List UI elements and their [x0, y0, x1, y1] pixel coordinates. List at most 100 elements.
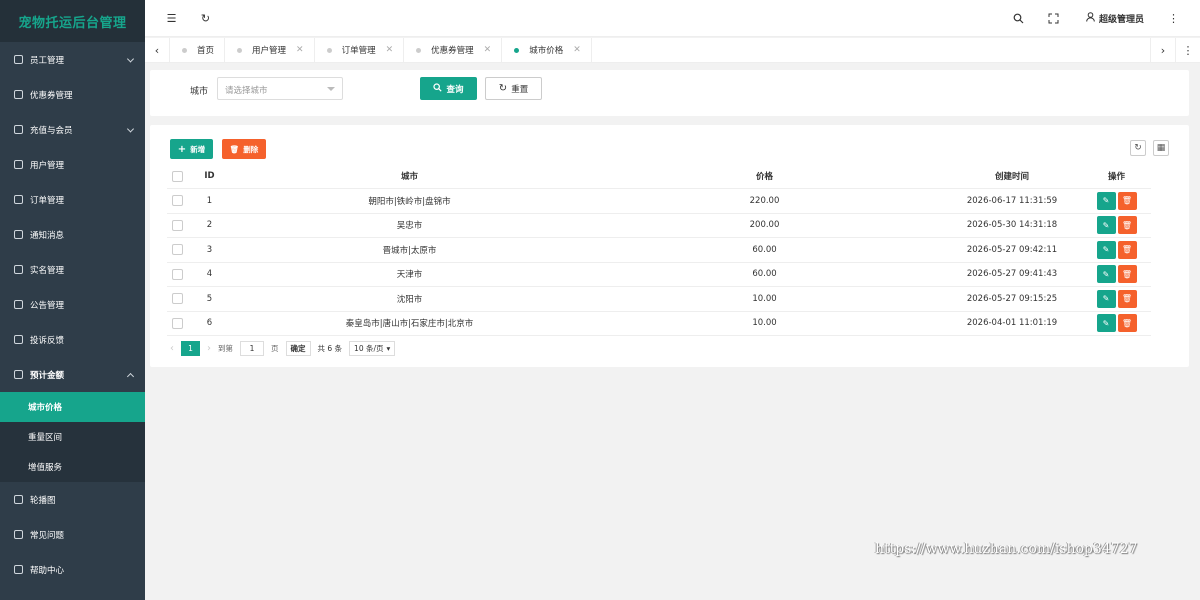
- sidebar-item-3[interactable]: 用户管理: [0, 147, 145, 182]
- sidebar-item-label: 用户管理: [30, 160, 65, 171]
- next-page-icon[interactable]: ›: [207, 343, 211, 354]
- reset-button[interactable]: ↻ 重置: [485, 77, 542, 100]
- sidebar-item-label: 常见问题: [30, 530, 65, 541]
- add-label: 新增: [190, 144, 206, 154]
- sidebar-item-11[interactable]: 常见问题: [0, 517, 145, 552]
- tab-1[interactable]: 用户管理 ✕: [225, 37, 315, 63]
- sidebar-item-5[interactable]: 通知消息: [0, 217, 145, 252]
- tab-2[interactable]: 订单管理 ✕: [315, 37, 405, 63]
- sidebar-item-label: 帮助中心: [30, 565, 65, 576]
- id-card-icon: [14, 265, 23, 274]
- edit-icon[interactable]: ✎: [1096, 265, 1116, 284]
- goto-confirm-button[interactable]: 确定: [285, 341, 311, 356]
- tab-4[interactable]: 城市价格 ✕: [502, 37, 592, 63]
- users-icon: [14, 160, 23, 169]
- tab-more-icon[interactable]: ⋮: [1175, 38, 1200, 63]
- sidebar-item-8[interactable]: 投诉反馈: [0, 322, 145, 357]
- row-checkbox[interactable]: [171, 317, 183, 329]
- edit-icon[interactable]: ✎: [1096, 289, 1116, 308]
- fullscreen-icon[interactable]: [1048, 13, 1059, 24]
- edit-icon[interactable]: ✎: [1096, 216, 1116, 235]
- sidebar: 宠物托运后台管理 员工管理优惠券管理充值与会员用户管理订单管理通知消息实名管理公…: [0, 0, 145, 600]
- sidebar-item-label: 充值与会员: [30, 125, 73, 136]
- column-settings-icon[interactable]: ▦: [1153, 140, 1169, 156]
- row-checkbox[interactable]: [171, 244, 183, 256]
- sidebar-item-label: 员工管理: [30, 55, 65, 66]
- goto-page-input[interactable]: 1: [240, 341, 264, 356]
- row-checkbox[interactable]: [171, 219, 183, 231]
- tab-scroll-left-icon[interactable]: ‹: [145, 37, 170, 63]
- table-row: 6 秦皇岛市|唐山市|石家庄市|北京市 10.00 2026-04-01 11:01:…: [167, 311, 1151, 336]
- sidebar-subitem-0[interactable]: 城市价格: [0, 392, 145, 422]
- sidebar-item-label: 优惠券管理: [30, 90, 73, 101]
- cell-actions: ✎ 🗑: [1082, 237, 1151, 263]
- admin-name: 超级管理员: [1098, 15, 1144, 25]
- sidebar-item-12[interactable]: 帮助中心: [0, 552, 145, 587]
- edit-icon[interactable]: ✎: [1096, 314, 1116, 333]
- sidebar-nav: 员工管理优惠券管理充值与会员用户管理订单管理通知消息实名管理公告管理 投诉反馈 预计…: [0, 42, 145, 587]
- sidebar-item-7[interactable]: 公告管理: [0, 287, 145, 322]
- sidebar-item-label: 通知消息: [30, 230, 65, 241]
- app-logo-title: 宠物托运后台管理: [0, 0, 145, 42]
- delete-row-icon[interactable]: 🗑: [1117, 265, 1137, 284]
- delete-row-icon[interactable]: 🗑: [1117, 314, 1137, 333]
- sidebar-item-10[interactable]: 轮播图: [0, 482, 145, 517]
- cell-city: 朝阳市|铁岭市|盘锦市: [232, 188, 587, 214]
- cell-price: 10.00: [587, 311, 942, 336]
- tab-status-dot: [416, 47, 422, 53]
- cell-id: 4: [187, 262, 232, 287]
- edit-icon[interactable]: ✎: [1096, 191, 1116, 210]
- city-label: 城市: [190, 87, 209, 97]
- col-id: ID: [187, 164, 232, 189]
- tab-0[interactable]: 首页: [170, 37, 226, 63]
- tab-label: 首页: [197, 46, 215, 56]
- prev-page-icon[interactable]: ‹: [170, 343, 174, 354]
- delete-button[interactable]: 🗑 删除: [222, 139, 266, 159]
- sidebar-item-4[interactable]: 订单管理: [0, 182, 145, 217]
- select-all-checkbox[interactable]: [171, 170, 183, 182]
- close-icon[interactable]: ✕: [296, 45, 304, 55]
- delete-row-icon[interactable]: 🗑: [1117, 216, 1137, 235]
- tab-label: 优惠券管理: [431, 46, 474, 56]
- menu-toggle-icon[interactable]: ☰: [166, 13, 177, 24]
- delete-row-icon[interactable]: 🗑: [1117, 289, 1137, 308]
- sidebar-item-6[interactable]: 实名管理: [0, 252, 145, 287]
- edit-icon[interactable]: ✎: [1096, 240, 1116, 259]
- admin-menu[interactable]: 超级管理员: [1086, 12, 1144, 25]
- row-checkbox-cell: [167, 188, 187, 214]
- close-icon[interactable]: ✕: [484, 45, 492, 55]
- sidebar-item-9[interactable]: 预计金额: [0, 357, 145, 392]
- close-icon[interactable]: ✕: [386, 45, 394, 55]
- city-select-placeholder: 请选择城市: [225, 86, 268, 96]
- close-icon[interactable]: ✕: [573, 45, 581, 55]
- refresh-icon[interactable]: ↻: [200, 13, 211, 24]
- row-checkbox-cell: [167, 262, 187, 287]
- query-button[interactable]: 查询: [420, 77, 477, 100]
- row-checkbox[interactable]: [171, 268, 183, 280]
- sidebar-item-1[interactable]: 优惠券管理: [0, 77, 145, 112]
- city-select[interactable]: 请选择城市: [217, 77, 343, 100]
- delete-row-icon[interactable]: 🗑: [1117, 240, 1137, 259]
- per-page-select[interactable]: 10 条/页 ▾: [349, 341, 396, 356]
- delete-row-icon[interactable]: 🗑: [1117, 191, 1137, 210]
- sidebar-subitem-2[interactable]: 增值服务: [0, 452, 145, 482]
- table-refresh-icon[interactable]: ↻: [1130, 140, 1146, 156]
- row-checkbox[interactable]: [171, 195, 183, 207]
- sidebar-subitem-1[interactable]: 重量区间: [0, 422, 145, 452]
- row-checkbox[interactable]: [171, 293, 183, 305]
- table-row: 4 天津市 60.00 2026-05-27 09:41:43 ✎ 🗑: [167, 262, 1151, 287]
- per-page-value: 10 条/页: [354, 344, 384, 353]
- sidebar-item-label: 实名管理: [30, 265, 65, 276]
- sidebar-item-0[interactable]: 员工管理: [0, 42, 145, 77]
- col-city: 城市: [232, 164, 587, 189]
- add-button[interactable]: + 新增: [170, 139, 213, 159]
- search-icon[interactable]: [1013, 13, 1024, 24]
- sidebar-item-2[interactable]: 充值与会员: [0, 112, 145, 147]
- tab-3[interactable]: 优惠券管理 ✕: [404, 37, 503, 63]
- tab-scroll-right-icon[interactable]: ›: [1150, 38, 1175, 63]
- page-1-button[interactable]: 1: [181, 341, 200, 356]
- sidebar-item-label: 轮播图: [30, 495, 56, 506]
- row-checkbox-cell: [167, 237, 187, 263]
- more-vertical-icon[interactable]: ⋮: [1168, 13, 1179, 24]
- tab-status-dot: [514, 47, 520, 53]
